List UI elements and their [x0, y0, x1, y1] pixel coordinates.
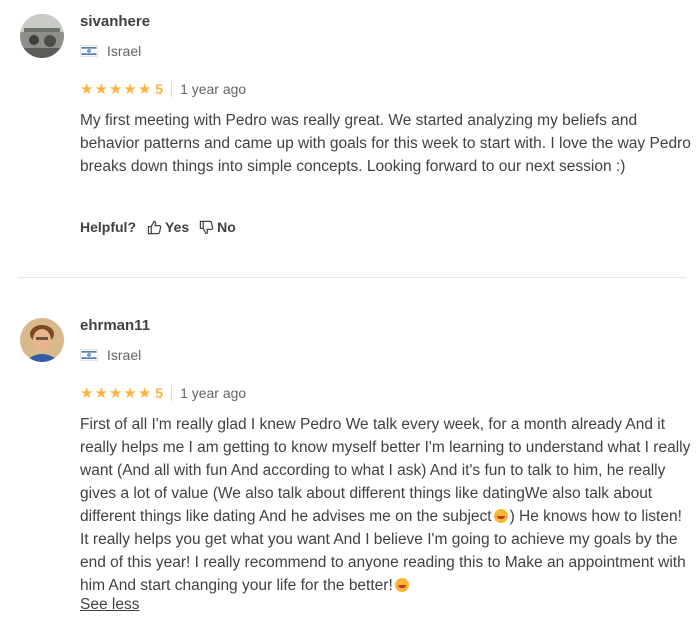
helpful-yes-button[interactable]: Yes: [147, 219, 189, 235]
star-icon: ★: [94, 80, 108, 98]
israel-flag-icon: [80, 349, 98, 361]
rating-score: 5: [155, 385, 164, 401]
star-rating: ★ ★ ★ ★ ★: [80, 82, 152, 97]
reviewer-country: Israel: [80, 43, 141, 59]
star-icon: ★: [94, 384, 108, 402]
thumbs-down-icon: [199, 220, 214, 234]
review-divider: [18, 277, 686, 278]
grinning-face-emoji-icon: [394, 578, 409, 592]
helpful-label: Helpful?: [80, 219, 136, 235]
country-name: Israel: [107, 43, 142, 59]
star-icon: ★: [108, 384, 123, 402]
star-icon: ★: [123, 384, 137, 402]
helpful-no-button[interactable]: No: [199, 219, 236, 235]
avatar[interactable]: [20, 318, 64, 362]
rating-score: 5: [155, 81, 164, 97]
grinning-face-emoji-icon: [493, 509, 508, 523]
star-icon: ★: [80, 384, 94, 402]
helpful-row: Helpful? Yes No: [80, 219, 246, 235]
review-text: My first meeting with Pedro was really g…: [80, 112, 691, 175]
no-label: No: [217, 219, 236, 235]
star-icon: ★: [137, 384, 152, 402]
review-date: 1 year ago: [180, 81, 247, 97]
divider: [171, 81, 173, 97]
star-icon: ★: [80, 80, 94, 98]
star-icon: ★: [108, 80, 123, 98]
divider: [171, 385, 173, 401]
review-date: 1 year ago: [180, 385, 247, 401]
avatar[interactable]: [20, 14, 64, 58]
see-less-link[interactable]: See less: [80, 596, 139, 614]
thumbs-up-icon: [147, 220, 162, 234]
rating-row: ★ ★ ★ ★ ★ 5 1 year ago: [80, 81, 246, 97]
reviewer-username[interactable]: ehrman11: [80, 317, 150, 334]
country-name: Israel: [107, 347, 142, 363]
israel-flag-icon: [80, 45, 98, 57]
star-rating: ★ ★ ★ ★ ★: [80, 386, 152, 401]
star-icon: ★: [137, 80, 152, 98]
review-text: First of all I'm really glad I knew Pedr…: [80, 413, 692, 597]
reviewer-country: Israel: [80, 347, 141, 363]
rating-row: ★ ★ ★ ★ ★ 5 1 year ago: [80, 385, 246, 401]
reviewer-username[interactable]: sivanhere: [80, 13, 150, 30]
star-icon: ★: [123, 80, 137, 98]
yes-label: Yes: [165, 219, 190, 235]
